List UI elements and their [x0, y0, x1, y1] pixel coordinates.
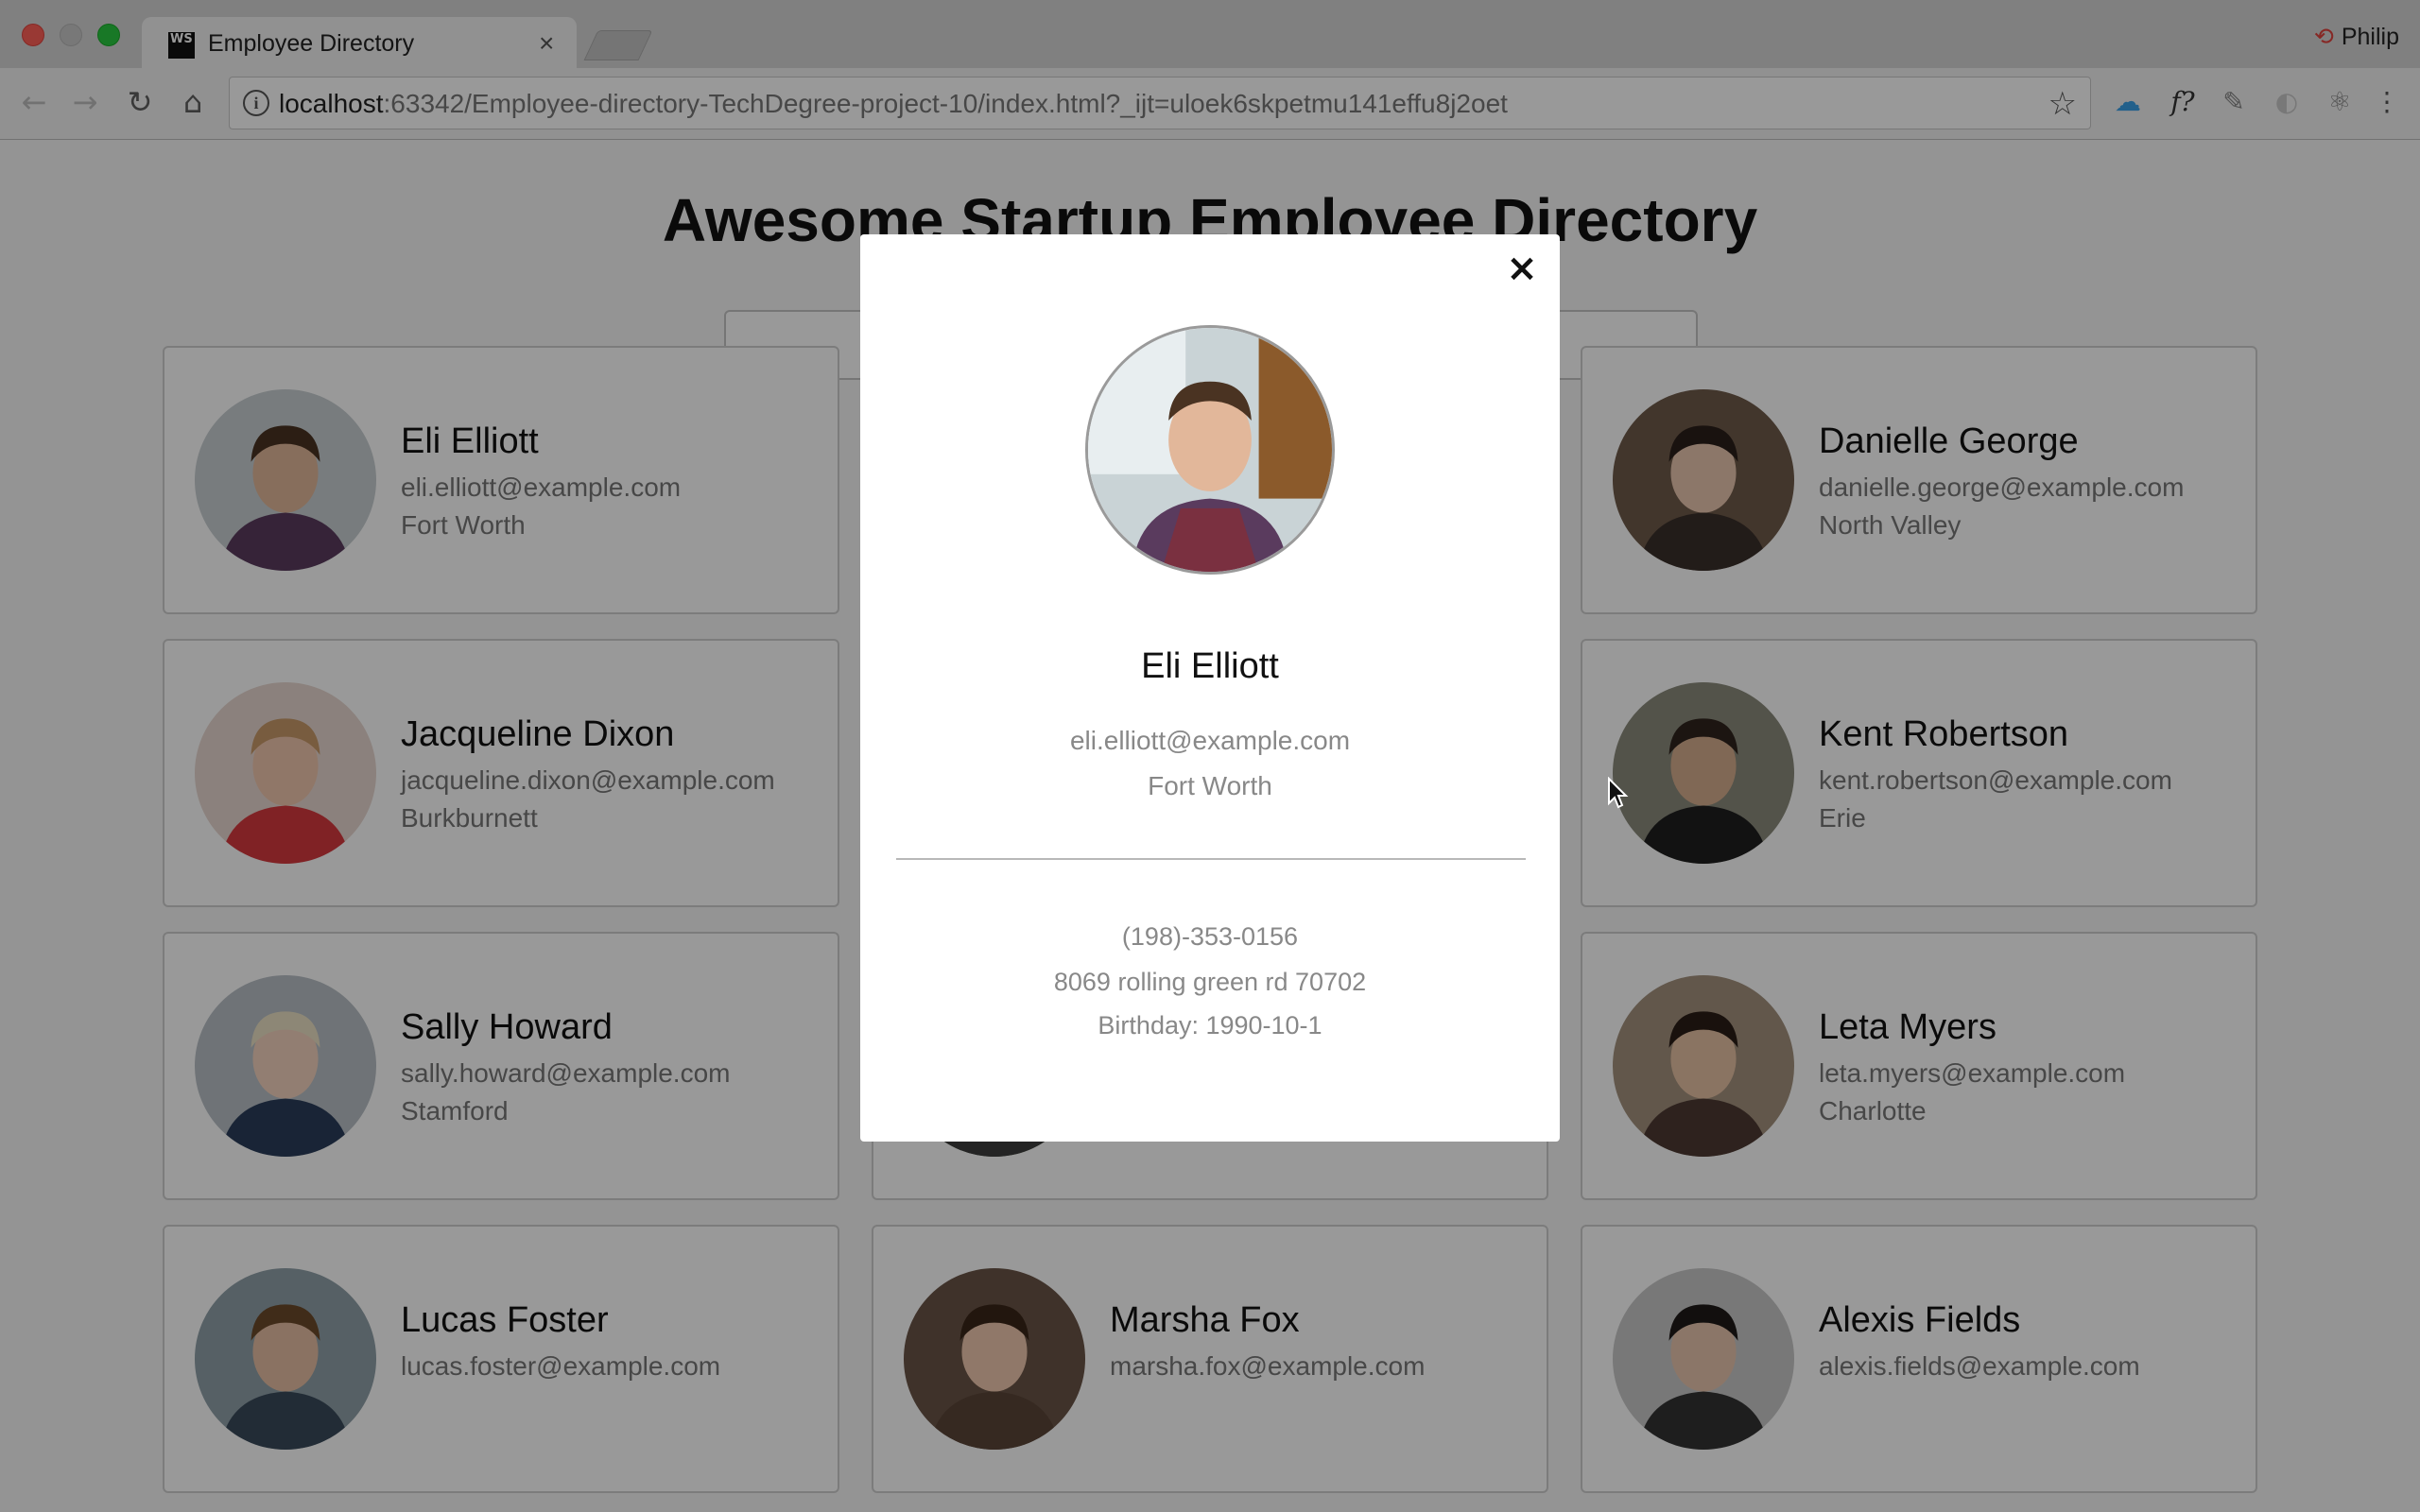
modal-address: 8069 rolling green rd 70702	[1053, 968, 1367, 996]
employee-modal: × Eli Elliott eli.elliott@example.com Fo…	[860, 234, 1560, 1142]
modal-city: Fort Worth	[1148, 771, 1272, 800]
modal-avatar	[1085, 325, 1335, 575]
mouse-cursor-icon	[1608, 777, 1629, 809]
modal-birthday: Birthday: 1990-10-1	[1098, 1011, 1322, 1040]
modal-email: eli.elliott@example.com	[1069, 726, 1351, 755]
modal-name: Eli Elliott	[1141, 646, 1279, 686]
modal-divider	[896, 858, 1526, 860]
employee-photo-icon	[1088, 328, 1332, 572]
close-icon[interactable]: ×	[1503, 249, 1541, 287]
modal-phone: (198)-353-0156	[1121, 922, 1299, 951]
